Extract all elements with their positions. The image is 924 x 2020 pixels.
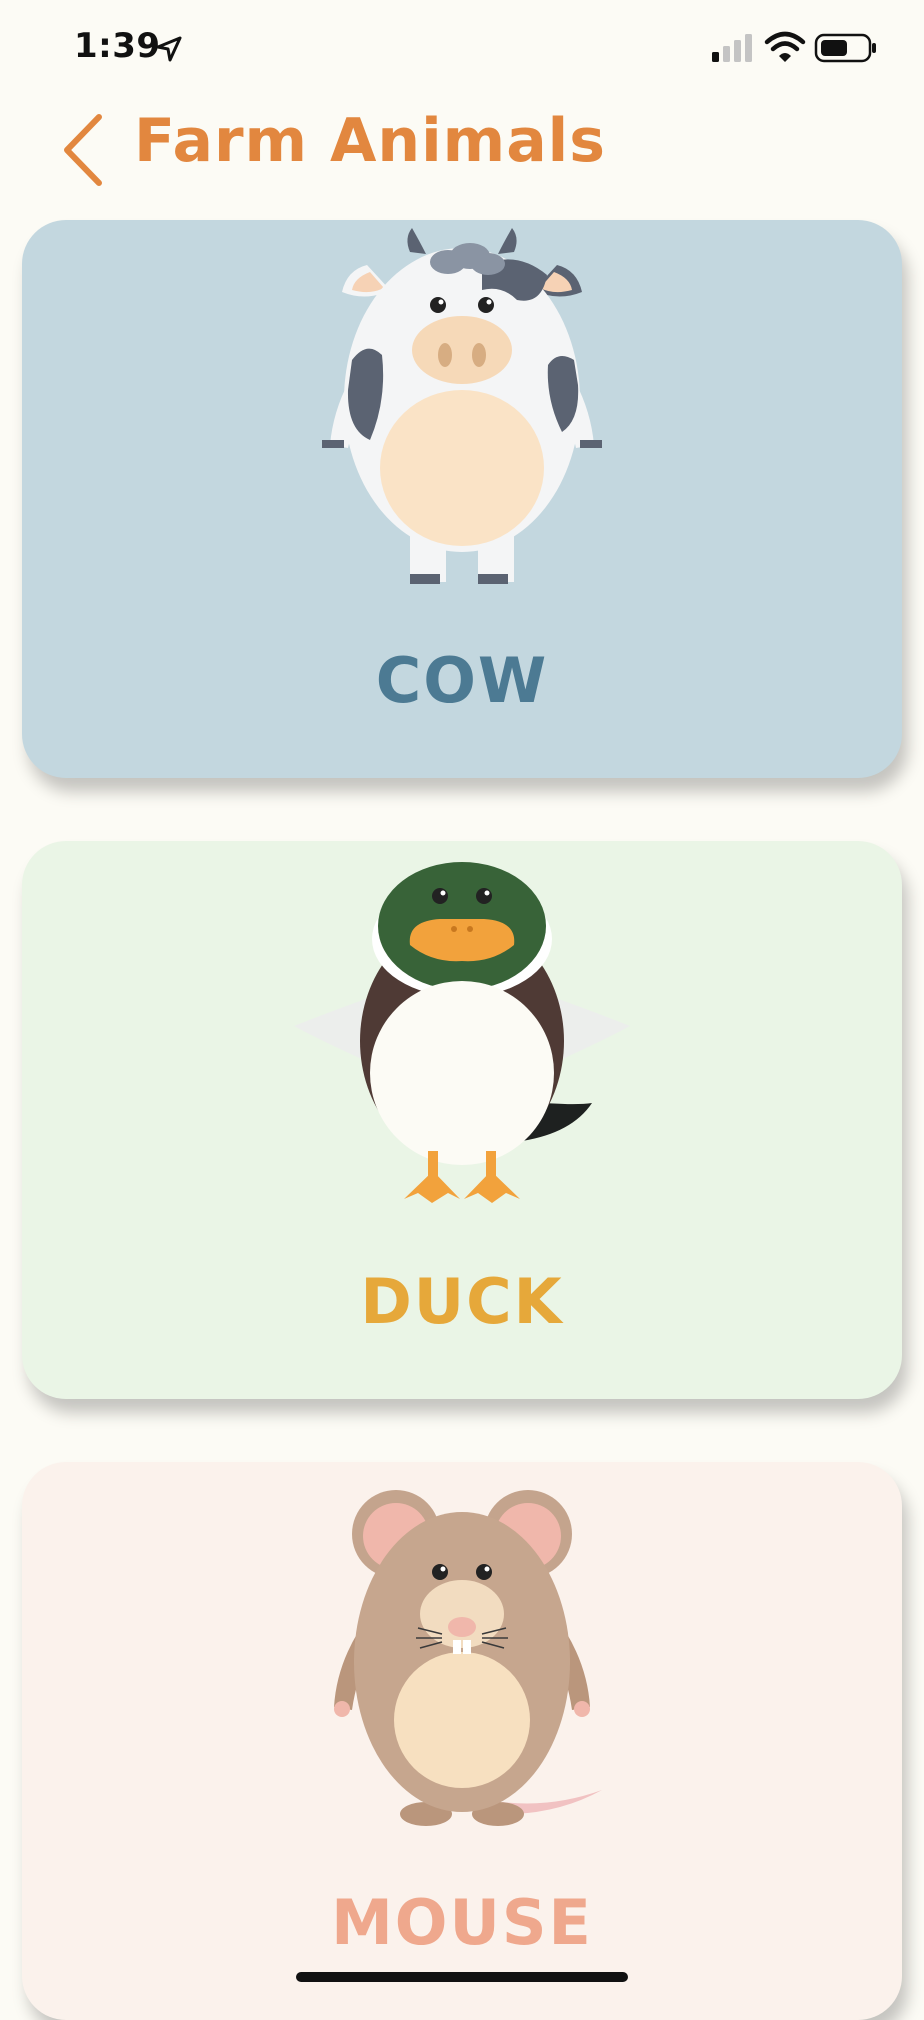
- status-time: 1:39: [74, 26, 161, 66]
- mouse-illustration: [334, 1490, 602, 1826]
- animal-card-mouse[interactable]: MOUSE: [22, 1462, 902, 2020]
- navigation-bar: Farm Animals: [0, 100, 924, 200]
- wifi-icon: [764, 31, 806, 62]
- animal-name-mouse: MOUSE: [331, 1886, 593, 1959]
- back-button[interactable]: [52, 110, 112, 190]
- animal-card-cow[interactable]: COW: [22, 220, 902, 778]
- home-indicator[interactable]: [296, 1972, 628, 1982]
- animal-card-duck[interactable]: DUCK: [22, 841, 902, 1399]
- page-title: Farm Animals: [134, 106, 606, 176]
- duck-illustration: [294, 862, 630, 1203]
- battery-icon: [814, 33, 876, 63]
- cellular-signal-icon: [712, 34, 752, 62]
- animal-name-cow: COW: [375, 644, 549, 717]
- chevron-left-icon: [64, 114, 102, 186]
- animal-name-duck: DUCK: [360, 1265, 564, 1338]
- status-bar: 1:39: [0, 0, 924, 100]
- cow-illustration: [322, 228, 602, 584]
- location-arrow-icon: [156, 36, 182, 62]
